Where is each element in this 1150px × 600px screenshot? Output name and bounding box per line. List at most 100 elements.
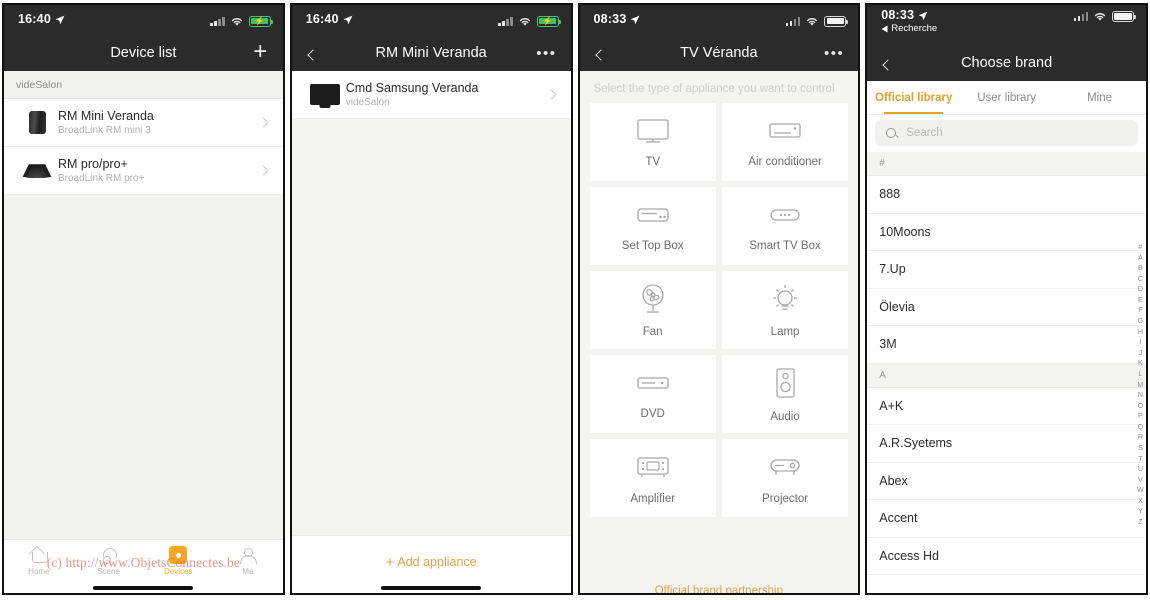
- battery-icon: [1112, 11, 1137, 22]
- cellular-signal-icon: [498, 16, 513, 26]
- wifi-icon: [231, 17, 242, 26]
- alphabet-index[interactable]: # A B C D E F G H I J K L M N O P Q R S T U V W X Y Z: [1137, 242, 1144, 528]
- alphabet-index-letter[interactable]: O: [1138, 401, 1144, 412]
- alphabet-index-letter[interactable]: V: [1138, 475, 1143, 486]
- status-bar-left: 16:40: [18, 13, 65, 26]
- appliance-type-tv[interactable]: TV: [589, 103, 716, 181]
- alphabet-index-letter[interactable]: C: [1138, 274, 1143, 285]
- chevron-right-icon: [546, 89, 556, 100]
- battery-icon: ⚡: [248, 15, 273, 27]
- alphabet-index-letter[interactable]: S: [1138, 443, 1143, 454]
- tab-official-library[interactable]: Official library: [867, 81, 960, 114]
- alphabet-index-letter[interactable]: X: [1138, 496, 1143, 507]
- tab-user-library[interactable]: User library: [960, 81, 1053, 114]
- chevron-left-icon: [307, 48, 319, 61]
- list-item[interactable]: RM Mini Veranda BroadLink RM mini 3: [4, 99, 283, 147]
- alphabet-index-letter[interactable]: D: [1138, 284, 1143, 295]
- alphabet-index-letter[interactable]: Y: [1138, 506, 1143, 517]
- cellular-signal-icon: [785, 16, 801, 26]
- alphabet-index-letter[interactable]: U: [1138, 464, 1143, 475]
- alphabet-index-letter[interactable]: W: [1137, 485, 1144, 496]
- appliance-type-fan[interactable]: Fan: [589, 271, 716, 349]
- alphabet-index-letter[interactable]: F: [1138, 305, 1143, 316]
- tab-label: Home: [28, 567, 50, 576]
- list-item[interactable]: 7.Up: [867, 251, 1146, 289]
- brand-list-body: # 888 10Moons 7.Up Ölevia 3M A A+K A.R.S…: [867, 152, 1146, 593]
- alphabet-index-letter[interactable]: H: [1138, 327, 1143, 338]
- location-arrow-icon: [918, 11, 928, 20]
- appliance-label: Amplifier: [630, 492, 676, 505]
- appliance-type-smart-tv-box[interactable]: Smart TV Box: [721, 187, 849, 265]
- list-item[interactable]: A+K: [867, 387, 1146, 425]
- alphabet-index-letter[interactable]: Q: [1138, 422, 1144, 433]
- appliance-list: Cmd Samsung Veranda videSalon: [291, 71, 571, 119]
- appliance-subtitle: videSalon: [345, 97, 390, 108]
- list-item[interactable]: 10Moons: [867, 213, 1146, 251]
- add-appliance-label: Add appliance: [397, 555, 477, 569]
- list-item[interactable]: Ölevia: [867, 288, 1146, 326]
- search-input[interactable]: Search: [875, 120, 1138, 146]
- back-button[interactable]: [306, 45, 319, 62]
- list-item[interactable]: Abex: [867, 462, 1146, 500]
- home-indicator: [93, 586, 194, 590]
- more-options-button[interactable]: •••: [536, 46, 556, 61]
- list-item[interactable]: RM pro/pro+ BroadLink RM pro+: [4, 147, 283, 195]
- status-time-text: 16:40: [305, 12, 339, 27]
- tab-label: Me: [242, 567, 254, 576]
- device-name: RM pro/pro+: [58, 157, 128, 171]
- list-item[interactable]: Cmd Samsung Veranda videSalon: [291, 71, 571, 119]
- tab-mine[interactable]: Mine: [1053, 81, 1146, 114]
- appliance-type-dvd[interactable]: DVD: [589, 355, 716, 433]
- search-icon: [886, 127, 897, 139]
- status-back-to-app[interactable]: Recherche: [881, 24, 937, 34]
- alphabet-index-letter[interactable]: #: [1138, 242, 1142, 253]
- phone-screen-tv-veranda: 08:33 TV Véranda ••• Select the type of …: [577, 3, 861, 595]
- air-conditioner-icon: [769, 122, 801, 138]
- devices-icon: [168, 546, 188, 564]
- triangle-left-icon: [881, 25, 888, 33]
- alphabet-index-letter[interactable]: B: [1138, 263, 1143, 274]
- alphabet-index-letter[interactable]: M: [1137, 380, 1143, 391]
- back-button[interactable]: [594, 45, 607, 62]
- appliance-type-audio[interactable]: Audio: [721, 355, 849, 433]
- list-item[interactable]: 3M: [867, 326, 1146, 364]
- alphabet-index-letter[interactable]: P: [1138, 411, 1143, 422]
- alphabet-index-letter[interactable]: N: [1138, 390, 1143, 401]
- tab-home[interactable]: Home: [4, 546, 74, 576]
- back-button[interactable]: [881, 55, 894, 72]
- status-time-text: 16:40: [18, 12, 51, 27]
- add-appliance-button[interactable]: + Add appliance: [292, 554, 571, 571]
- appliance-type-air-conditioner[interactable]: Air conditioner: [721, 103, 849, 181]
- alphabet-index-letter[interactable]: K: [1138, 358, 1143, 369]
- wifi-icon: [1094, 13, 1106, 21]
- alphabet-index-letter[interactable]: L: [1138, 369, 1142, 380]
- alphabet-index-letter[interactable]: A: [1138, 253, 1143, 264]
- status-back-label: Recherche: [891, 23, 938, 35]
- list-item[interactable]: Access Hd: [867, 537, 1146, 575]
- list-item[interactable]: 888: [867, 176, 1146, 214]
- list-item[interactable]: A.R.Syetems: [867, 425, 1146, 463]
- official-brand-partnership-link[interactable]: Official brand partnership: [580, 585, 859, 593]
- status-time-text: 08:33: [593, 12, 627, 27]
- alphabet-index-letter[interactable]: T: [1138, 454, 1143, 465]
- alphabet-index-letter[interactable]: E: [1138, 295, 1143, 306]
- add-device-button[interactable]: +: [253, 40, 269, 64]
- list-item[interactable]: Accent: [867, 500, 1146, 538]
- appliance-type-amplifier[interactable]: Amplifier: [589, 439, 716, 517]
- alphabet-index-letter[interactable]: J: [1139, 348, 1143, 359]
- tab-me[interactable]: Me: [213, 546, 283, 576]
- status-time: 08:33: [594, 13, 641, 26]
- alphabet-index-letter[interactable]: I: [1139, 337, 1141, 348]
- appliance-type-lamp[interactable]: Lamp: [721, 271, 849, 349]
- section-header: A: [867, 363, 1146, 388]
- tab-devices[interactable]: Devices: [143, 546, 213, 576]
- tab-scene[interactable]: Scene: [74, 546, 144, 576]
- scene-icon: [99, 546, 119, 564]
- alphabet-index-letter[interactable]: G: [1138, 316, 1144, 327]
- alphabet-index-letter[interactable]: Z: [1138, 517, 1143, 528]
- appliance-label: Fan: [642, 325, 663, 338]
- appliance-type-set-top-box[interactable]: Set Top Box: [589, 187, 716, 265]
- appliance-type-projector[interactable]: Projector: [721, 439, 849, 517]
- more-options-button[interactable]: •••: [824, 46, 844, 61]
- alphabet-index-letter[interactable]: R: [1138, 432, 1143, 443]
